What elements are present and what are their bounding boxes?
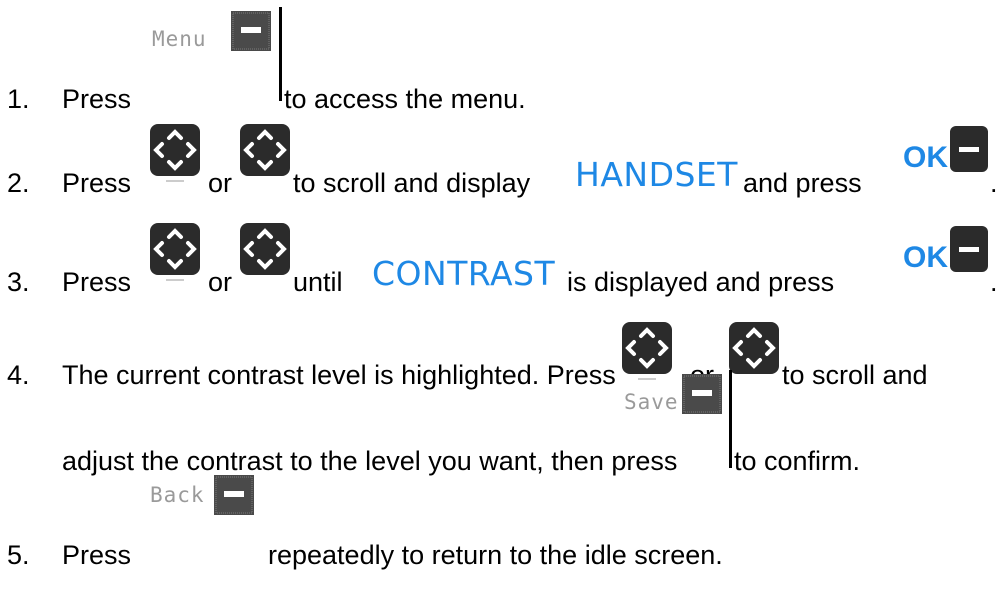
menu-key-label: Menu bbox=[152, 27, 207, 51]
back-softkey-icon bbox=[214, 475, 254, 515]
save-key-label: Save bbox=[624, 390, 679, 414]
ok-key-icon bbox=[950, 226, 988, 272]
step-3-or-text: or bbox=[208, 267, 233, 297]
step-3-period: . bbox=[990, 267, 998, 297]
step-5-rest-text: repeatedly to return to the idle screen. bbox=[268, 540, 723, 570]
handset-menu-label: HANDSET bbox=[575, 155, 738, 194]
step-1-press-text: Press bbox=[62, 84, 132, 114]
step-4-scroll-text: to scroll and bbox=[782, 360, 928, 390]
step-4-intro-text: The current contrast level is highlighte… bbox=[62, 360, 616, 390]
menu-softkey-icon bbox=[231, 11, 271, 51]
step-3-number: 3. bbox=[7, 267, 30, 297]
step-2-press-text: Press bbox=[62, 168, 132, 198]
ok-label: OK bbox=[903, 141, 948, 174]
navigation-key-icon bbox=[729, 322, 779, 386]
navigation-key-icon bbox=[240, 124, 290, 188]
step-5-number: 5. bbox=[7, 540, 30, 570]
ok-key-icon bbox=[950, 126, 988, 172]
step-4-confirm-text: to confirm. bbox=[734, 446, 861, 476]
step-3-press-text: Press bbox=[62, 267, 132, 297]
step-1-number: 1. bbox=[7, 84, 30, 114]
step-2-scroll-text: to scroll and display bbox=[293, 168, 531, 198]
navigation-key-icon bbox=[622, 322, 672, 386]
back-key-label: Back bbox=[150, 483, 205, 507]
step-2-or-text: or bbox=[208, 168, 233, 198]
contrast-menu-label: CONTRAST bbox=[372, 254, 556, 293]
step-3-until-text: until bbox=[293, 267, 343, 297]
step-4-number: 4. bbox=[7, 360, 30, 390]
step-2-period: . bbox=[990, 168, 998, 198]
navigation-key-icon bbox=[150, 223, 200, 287]
step-4-adjust-text: adjust the contrast to the level you wan… bbox=[62, 446, 678, 476]
save-softkey-icon bbox=[682, 374, 722, 414]
step-5-press-text: Press bbox=[62, 540, 132, 570]
step-3-andpress-text: is displayed and press bbox=[567, 267, 835, 297]
navigation-key-icon bbox=[150, 124, 200, 188]
ok-label: OK bbox=[903, 241, 948, 274]
navigation-key-icon bbox=[240, 223, 290, 287]
step-2-andpress-text: and press bbox=[743, 168, 862, 198]
save-key-divider bbox=[729, 370, 732, 468]
menu-key-divider bbox=[279, 7, 282, 101]
step-2-number: 2. bbox=[7, 168, 30, 198]
step-1-rest-text: to access the menu. bbox=[284, 84, 526, 114]
